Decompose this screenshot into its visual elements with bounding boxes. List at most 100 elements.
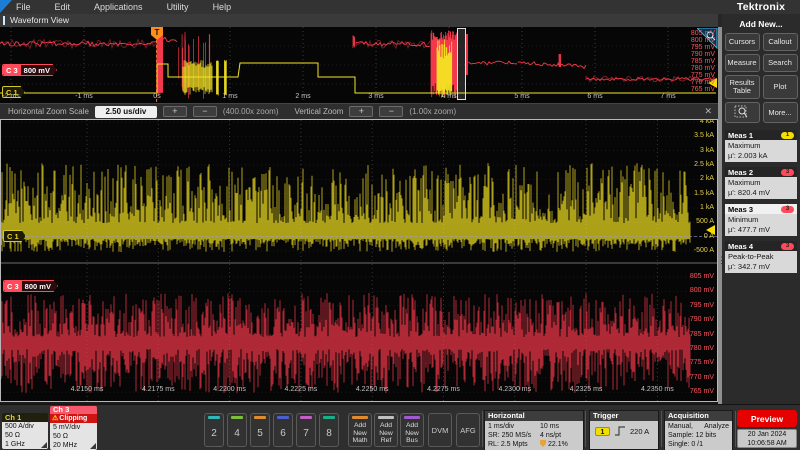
cursors-button[interactable]: Cursors (725, 33, 760, 51)
zoom-voltage-tick: 775 mV (690, 359, 714, 366)
zoom-plot[interactable]: C 1 C 3 800 mV 4.2150 ms4.2175 ms4.2200 … (0, 119, 718, 402)
waveform-view-tab[interactable]: Waveform View (0, 14, 718, 27)
channel-7-button[interactable]: 7 (296, 413, 316, 447)
meas-source-badge: 3 (781, 243, 794, 250)
resolution: 4 ns/pt (540, 431, 561, 440)
callout-button[interactable]: Callout (763, 33, 798, 51)
hzoom-scale-label: Horizontal Zoom Scale (8, 107, 89, 116)
ch1-setting: 50 Ω (2, 431, 48, 440)
add-new-button-row: More... (722, 102, 800, 123)
zoom-voltage-tick: 785 mV (690, 331, 714, 338)
hzoom-scale-value[interactable]: 2.50 us/div (95, 106, 157, 118)
add-color-stripe (352, 416, 368, 419)
meas-card-body: Maximumµ': 820.4 mV (725, 177, 797, 199)
channel-color-stripe (254, 416, 266, 419)
vzoom-plus-button[interactable]: + (349, 106, 373, 117)
overview-waveforms (0, 27, 718, 103)
add-new-ref-button[interactable]: Add New Ref (374, 413, 398, 447)
trigger-position-percent: 22.1% (548, 441, 568, 448)
overview-ch3-badge[interactable]: C 3 800 mV (2, 64, 57, 76)
separator (585, 411, 586, 447)
horizontal-panel[interactable]: Horizontal 1 ms/div10 ms SR: 250 MS/s4 n… (484, 410, 584, 450)
meas-source-badge: 3 (781, 206, 794, 213)
meas-card-4[interactable]: Meas 4 3Peak-to-Peakµ': 342.7 mV (725, 241, 797, 273)
ch3-badge-settings: 5 mV/div50 Ω20 MHz (50, 423, 97, 450)
zoom-voltage-tick: 790 mV (690, 316, 714, 323)
add-color-stripe (378, 416, 394, 419)
zoom-ch1-badge[interactable]: C 1 (3, 230, 26, 242)
hzoom-factor: (400.00x zoom) (223, 107, 279, 116)
channel-2-button[interactable]: 2 (204, 413, 224, 447)
zoom-ch3-badge[interactable]: C 3 800 mV (3, 280, 58, 292)
menu-edit[interactable]: Edit (55, 2, 85, 12)
zoom-close-icon[interactable]: ✕ (704, 106, 712, 117)
meas-card-header: Meas 11 (725, 130, 797, 140)
meas-card-body: Maximumµ': 2.003 kA (725, 140, 797, 162)
meas-source-badge: 1 (781, 132, 794, 139)
warning-icon: ⚠ (52, 415, 58, 422)
zoom-current-tick: 3 kA (700, 147, 714, 154)
meas-card-2[interactable]: Meas 23Maximumµ': 820.4 mV (725, 167, 797, 199)
trigger-panel[interactable]: Trigger 1 220 A (589, 410, 659, 450)
zoom-current-tick: 1 kA (700, 204, 714, 211)
meas-card-3[interactable]: Meas 33Minimumµ': 477.7 mV (725, 204, 797, 236)
tektronix-logo: Tektronix (722, 1, 800, 13)
afg-button[interactable]: AFG (456, 413, 480, 447)
preview-button[interactable]: Preview (737, 410, 797, 427)
search-button[interactable]: Search (763, 54, 798, 72)
channel-color-stripe (277, 416, 289, 419)
overview-y-tick: 805 mV (691, 30, 715, 37)
overview-y-tick: 790 mV (691, 51, 715, 58)
channel-4-button[interactable]: 4 (227, 413, 247, 447)
add-new-math-button[interactable]: Add New Math (348, 413, 372, 447)
zoom-voltage-tick: 770 mV (690, 374, 714, 381)
zoom-toolbar: Horizontal Zoom Scale 2.50 us/div + − (4… (0, 103, 718, 119)
channel-5-button[interactable]: 5 (250, 413, 270, 447)
ch1-badge[interactable]: Ch 1 500 A/div50 Ω1 GHz (2, 413, 48, 449)
overview-y-tick: 770 mV (691, 79, 715, 86)
meas-type: Maximum (728, 178, 794, 188)
acquisition-panel[interactable]: Acquisition Manual,Analyze Sample: 12 bi… (664, 410, 733, 450)
separator (735, 411, 736, 447)
results-table-button[interactable]: Results Table (725, 75, 760, 99)
analysis-icon-button[interactable] (725, 102, 760, 123)
hzoom-plus-button[interactable]: + (163, 106, 187, 117)
hzoom-minus-button[interactable]: − (193, 106, 217, 117)
acq-sample: Sample: 12 bits (668, 431, 716, 440)
plot-button[interactable]: Plot (763, 75, 798, 99)
meas-card-body: Peak-to-Peakµ': 342.7 mV (725, 251, 797, 273)
channel-6-button[interactable]: 6 (273, 413, 293, 447)
zoom-x-tick: 4.2275 ms (427, 386, 460, 393)
measure-button[interactable]: Measure (725, 54, 760, 72)
ch3-badge[interactable]: Ch 3 ⚠Clipping 5 mV/div50 Ω20 MHz (50, 406, 97, 450)
ch1-setting: 500 A/div (2, 422, 48, 431)
vzoom-minus-button[interactable]: − (379, 106, 403, 117)
menu-help[interactable]: Help (213, 2, 246, 12)
more-button[interactable]: More... (763, 102, 798, 123)
dvm-button[interactable]: DVM (428, 413, 452, 447)
add-color-stripe (404, 416, 420, 419)
menu-utility[interactable]: Utility (167, 2, 203, 12)
overview-x-tick: 0s (153, 93, 160, 100)
add-new-bus-button[interactable]: Add New Bus (400, 413, 424, 447)
overview-plot[interactable]: T C 3 800 mV C 1 -2 ms-1 ms0s1 ms2 ms3 m… (0, 27, 718, 103)
acq-mode: Manual, (668, 422, 693, 431)
meas-name: Meas 4 (728, 242, 753, 251)
add-new-button-grid: CursorsCalloutMeasureSearchResults Table… (722, 33, 800, 99)
menu-applications[interactable]: Applications (94, 2, 157, 12)
overview-y-tick: 765 mV (691, 86, 715, 93)
ch3-clipping-warning: ⚠Clipping (50, 414, 97, 423)
zoom-current-tick: 3.5 kA (694, 132, 714, 139)
channel-8-button[interactable]: 8 (319, 413, 339, 447)
zoom-selection-window[interactable] (457, 28, 466, 100)
section-divider (1, 262, 717, 264)
meas-name: Meas 2 (728, 168, 753, 177)
ch3-setting: 5 mV/div (50, 423, 97, 432)
meas-value: µ': 820.4 mV (728, 188, 794, 198)
meas-card-1[interactable]: Meas 11Maximumµ': 2.003 kA (725, 130, 797, 162)
menu-file[interactable]: File (16, 2, 45, 12)
overview-y-tick: 795 mV (691, 44, 715, 51)
oscilloscope-app: File Edit Applications Utility Help Tektroni… (0, 0, 800, 450)
zoom-current-tick: 500 A (696, 218, 714, 225)
zoom-current-tick: 1.5 kA (694, 190, 714, 197)
